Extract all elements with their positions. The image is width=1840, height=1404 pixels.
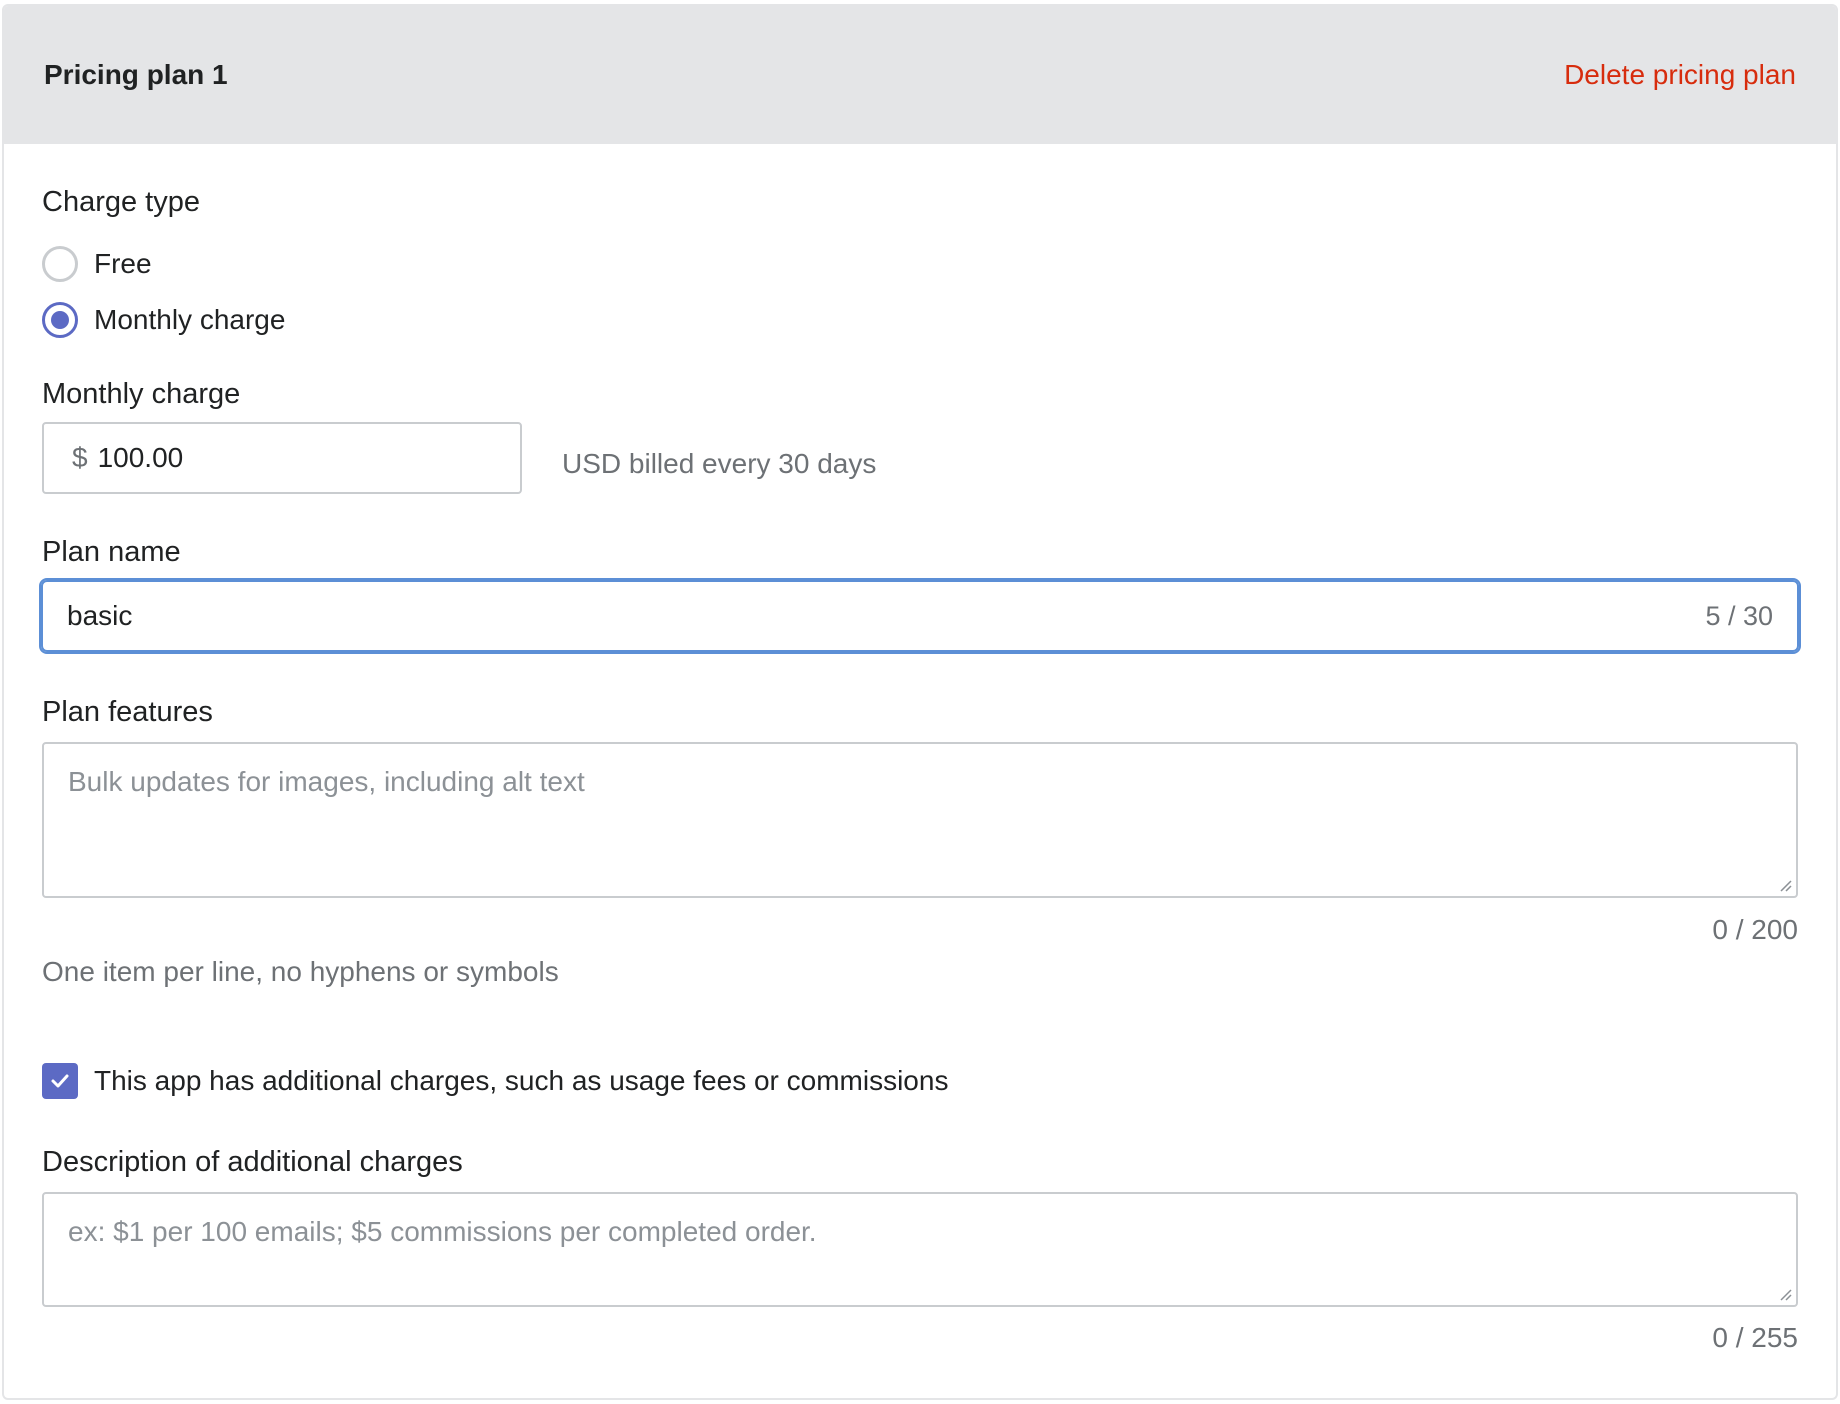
pricing-plan-card: Pricing plan 1 Delete pricing plan bbox=[2, 4, 1838, 1400]
checkmark-icon bbox=[51, 1074, 69, 1088]
radio-free[interactable]: Free bbox=[42, 246, 152, 282]
additional-charges-description-label: Description of additional charges bbox=[42, 1146, 463, 1178]
plan-name-value[interactable]: basic bbox=[67, 600, 132, 632]
plan-features-textarea[interactable]: Bulk updates for images, including alt t… bbox=[42, 742, 1798, 898]
plan-features-placeholder: Bulk updates for images, including alt t… bbox=[68, 766, 585, 797]
resize-grip-icon[interactable] bbox=[1776, 1285, 1792, 1301]
plan-name-counter: 5 / 30 bbox=[1705, 600, 1773, 631]
additional-charges-counter: 0 / 255 bbox=[1712, 1322, 1798, 1353]
radio-free-label: Free bbox=[94, 248, 152, 279]
card-header: Pricing plan 1 Delete pricing plan bbox=[4, 6, 1836, 144]
plan-features-label: Plan features bbox=[42, 696, 213, 728]
delete-pricing-plan-button[interactable]: Delete pricing plan bbox=[1564, 59, 1796, 91]
plan-features-counter: 0 / 200 bbox=[1712, 914, 1798, 945]
currency-prefix: $ bbox=[72, 442, 88, 473]
additional-charges-placeholder: ex: $1 per 100 emails; $5 commissions pe… bbox=[68, 1216, 817, 1247]
resize-grip-icon[interactable] bbox=[1776, 876, 1792, 892]
plan-features-help: One item per line, no hyphens or symbols bbox=[42, 956, 559, 987]
radio-monthly-indicator[interactable] bbox=[42, 302, 78, 338]
billing-help-text: USD billed every 30 days bbox=[562, 448, 877, 479]
plan-name-input[interactable]: basic 5 / 30 bbox=[41, 580, 1799, 652]
additional-charges-row[interactable]: This app has additional charges, such as… bbox=[42, 1063, 948, 1099]
monthly-charge-value[interactable]: 100.00 bbox=[98, 442, 184, 474]
additional-charges-checkbox[interactable] bbox=[42, 1063, 78, 1099]
radio-monthly-charge[interactable]: Monthly charge bbox=[42, 302, 285, 338]
additional-charges-textarea[interactable]: ex: $1 per 100 emails; $5 commissions pe… bbox=[42, 1192, 1798, 1307]
card-title: Pricing plan 1 bbox=[44, 59, 228, 90]
charge-type-label: Charge type bbox=[42, 186, 200, 218]
monthly-charge-label: Monthly charge bbox=[42, 378, 241, 410]
monthly-charge-input[interactable]: $ 100.00 bbox=[42, 422, 522, 494]
radio-free-indicator[interactable] bbox=[42, 246, 78, 282]
additional-charges-label: This app has additional charges, such as… bbox=[94, 1065, 949, 1096]
radio-monthly-label: Monthly charge bbox=[94, 304, 286, 335]
plan-name-label: Plan name bbox=[42, 536, 181, 568]
